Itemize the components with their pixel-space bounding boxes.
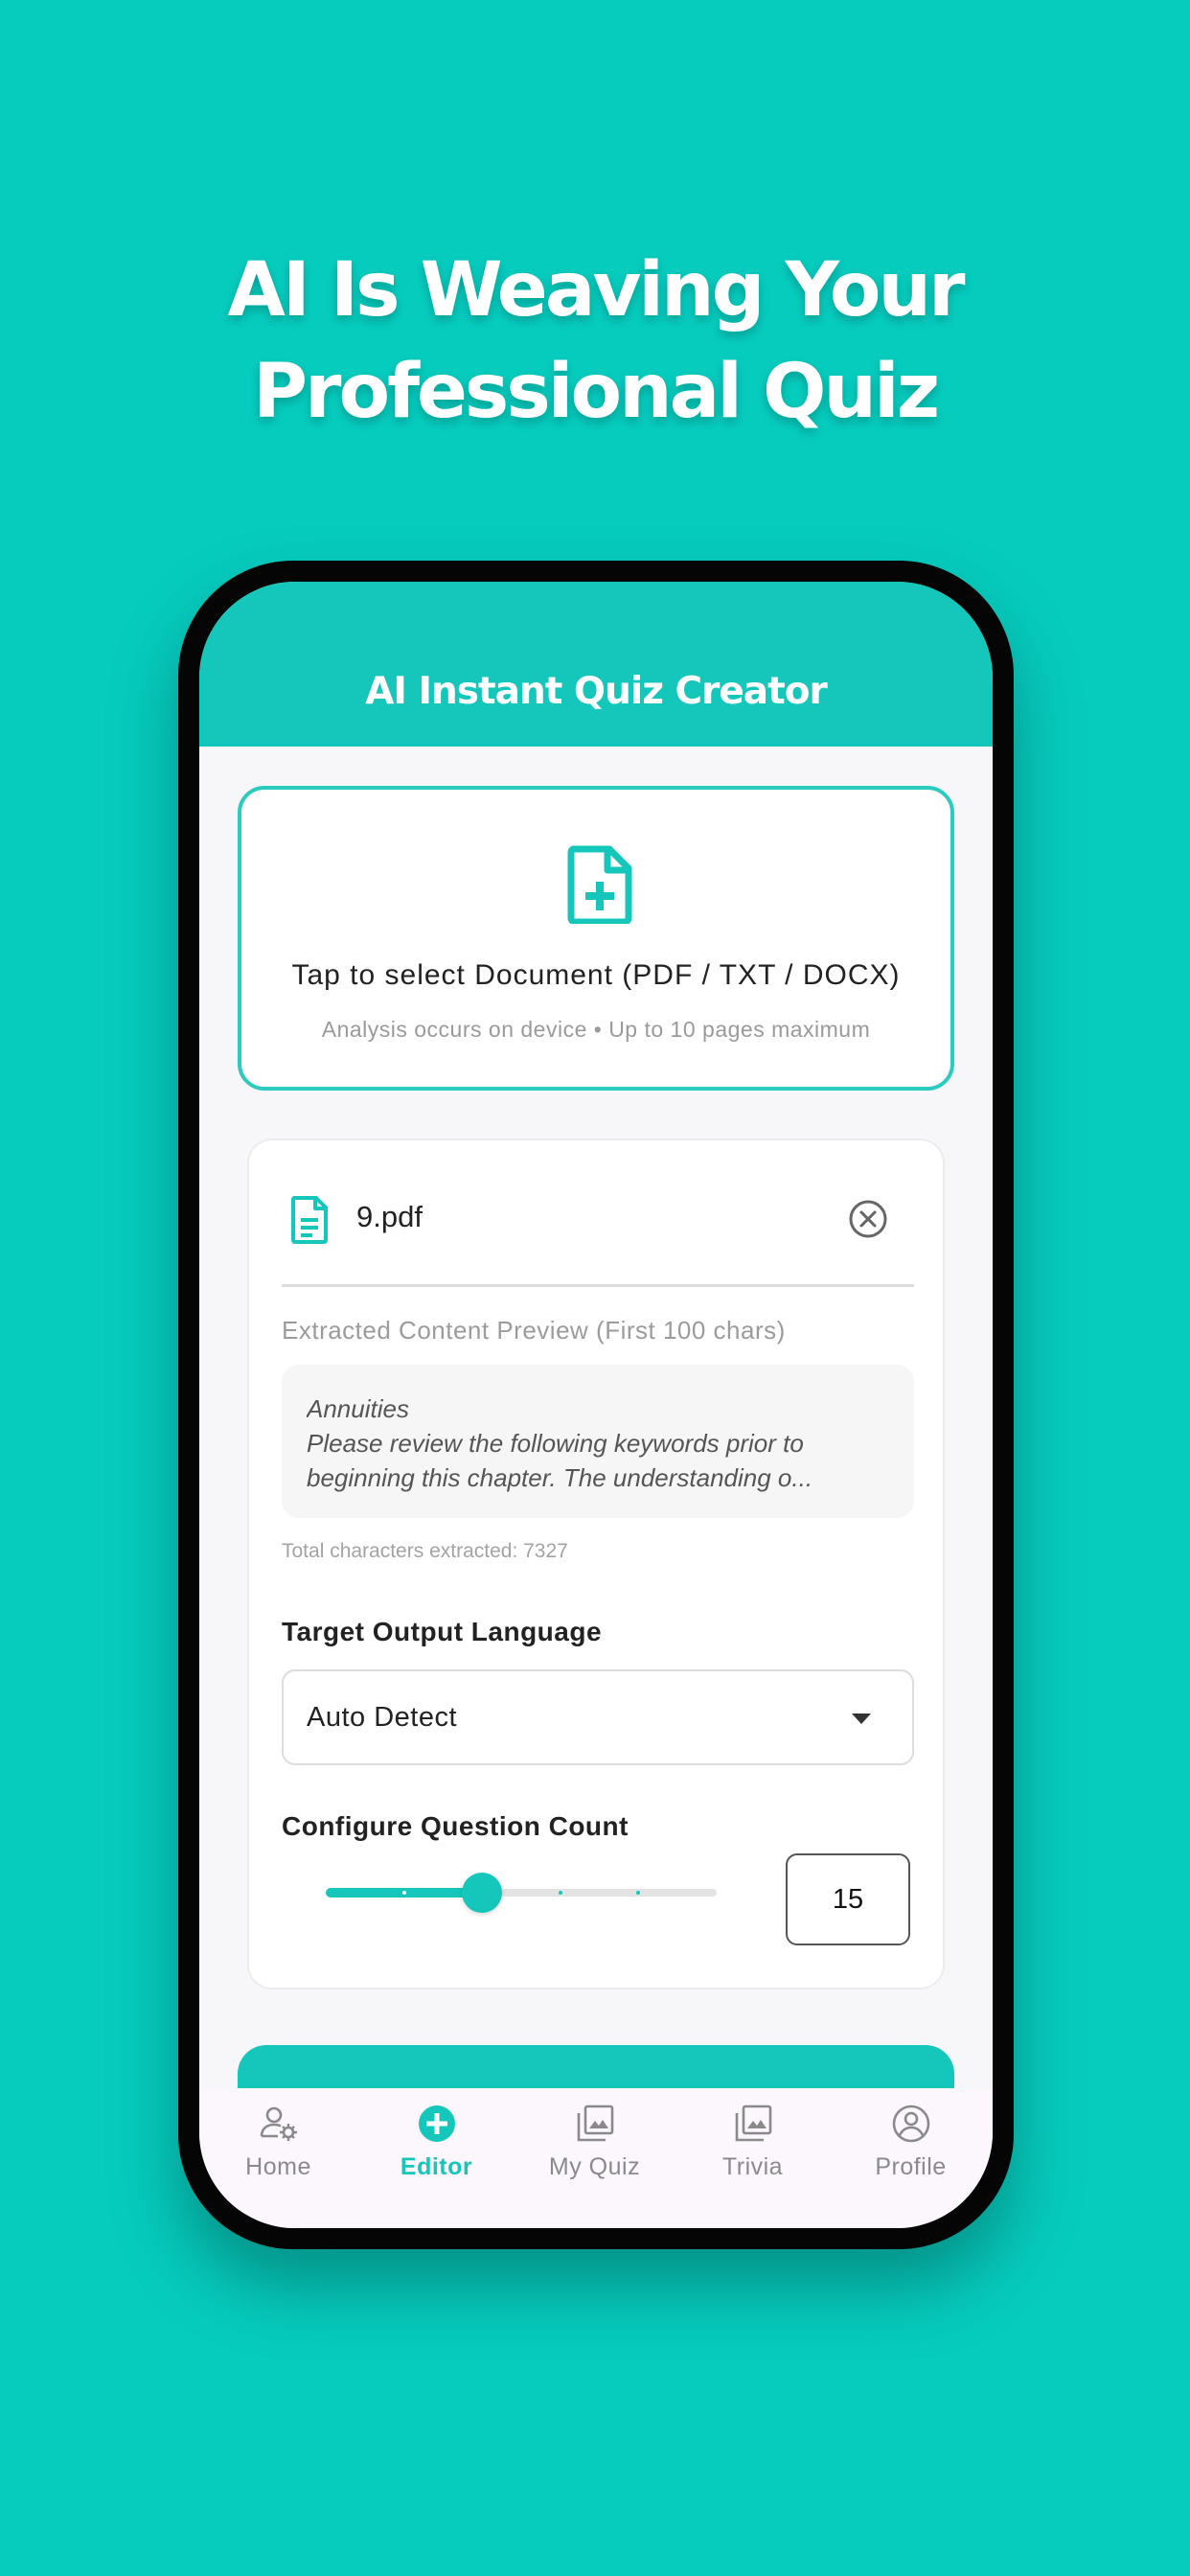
nav-label-trivia: Trivia [721,2153,784,2180]
language-label: Target Output Language [282,1617,603,1646]
caret-down-icon [852,1714,871,1724]
document-add-icon [567,845,632,924]
headline-line-2: Professional Quiz [252,349,940,435]
chars-extracted: Total characters extracted: 7327 [282,1540,568,1562]
bottom-navigation: Home Editor My Quiz Trivia Profile [199,2088,993,2228]
content-preview: Annuities Please review the following ke… [282,1365,914,1518]
preview-line: Please review the following keywords pri… [307,1429,804,1458]
preview-line: beginning this chapter. The understandin… [307,1463,813,1492]
question-count-slider[interactable] [326,1869,717,1917]
document-upload-card[interactable]: Tap to select Document (PDF / TXT / DOCX… [238,786,954,1091]
nav-item-trivia[interactable]: Trivia [674,2088,832,2203]
app-bar: AI Instant Quiz Creator [199,582,993,747]
divider [282,1284,914,1287]
preview-line: Annuities [307,1394,409,1423]
slider-thumb[interactable] [462,1873,503,1913]
phone-screen: AI Instant Quiz Creator Tap to select Do… [199,582,993,2228]
question-count-label: Configure Question Count [282,1811,629,1841]
slider-tick [558,1891,562,1895]
upload-title: Tap to select Document (PDF / TXT / DOCX… [291,959,901,991]
language-select[interactable]: Auto Detect [282,1669,914,1765]
app-title: AI Instant Quiz Creator [365,670,828,713]
user-settings-icon [260,2106,297,2141]
photo-library-icon [735,2104,772,2142]
slider-tick [401,1891,406,1895]
photo-library-icon [577,2104,614,2142]
selected-file-card: 9.pdf Extracted Content Preview (First 1… [247,1138,945,1990]
question-count-input[interactable]: 15 [786,1853,910,1945]
nav-label-my-quiz: My Quiz [548,2153,641,2180]
headline-line-1: AI Is Weaving Your [227,247,966,334]
nav-item-my-quiz[interactable]: My Quiz [515,2088,674,2203]
phone-frame: AI Instant Quiz Creator Tap to select Do… [178,561,1014,2249]
language-selected-value: Auto Detect [307,1702,458,1733]
document-icon [291,1196,328,1244]
plus-circle-icon [419,2105,455,2142]
promo-headline: AI Is Weaving Your Professional Quiz [0,240,1190,443]
nav-label-editor: Editor [400,2153,473,2180]
file-name: 9.pdf [356,1200,423,1233]
nav-label-home: Home [245,2153,311,2180]
nav-item-editor[interactable]: Editor [357,2088,515,2203]
nav-label-profile: Profile [875,2153,947,2180]
account-circle-icon [892,2104,930,2143]
preview-label: Extracted Content Preview (First 100 cha… [282,1316,786,1345]
nav-item-profile[interactable]: Profile [832,2088,990,2203]
close-circle-icon[interactable] [847,1198,889,1240]
upload-subtitle: Analysis occurs on device • Up to 10 pag… [321,1017,871,1042]
nav-item-home[interactable]: Home [199,2088,357,2203]
